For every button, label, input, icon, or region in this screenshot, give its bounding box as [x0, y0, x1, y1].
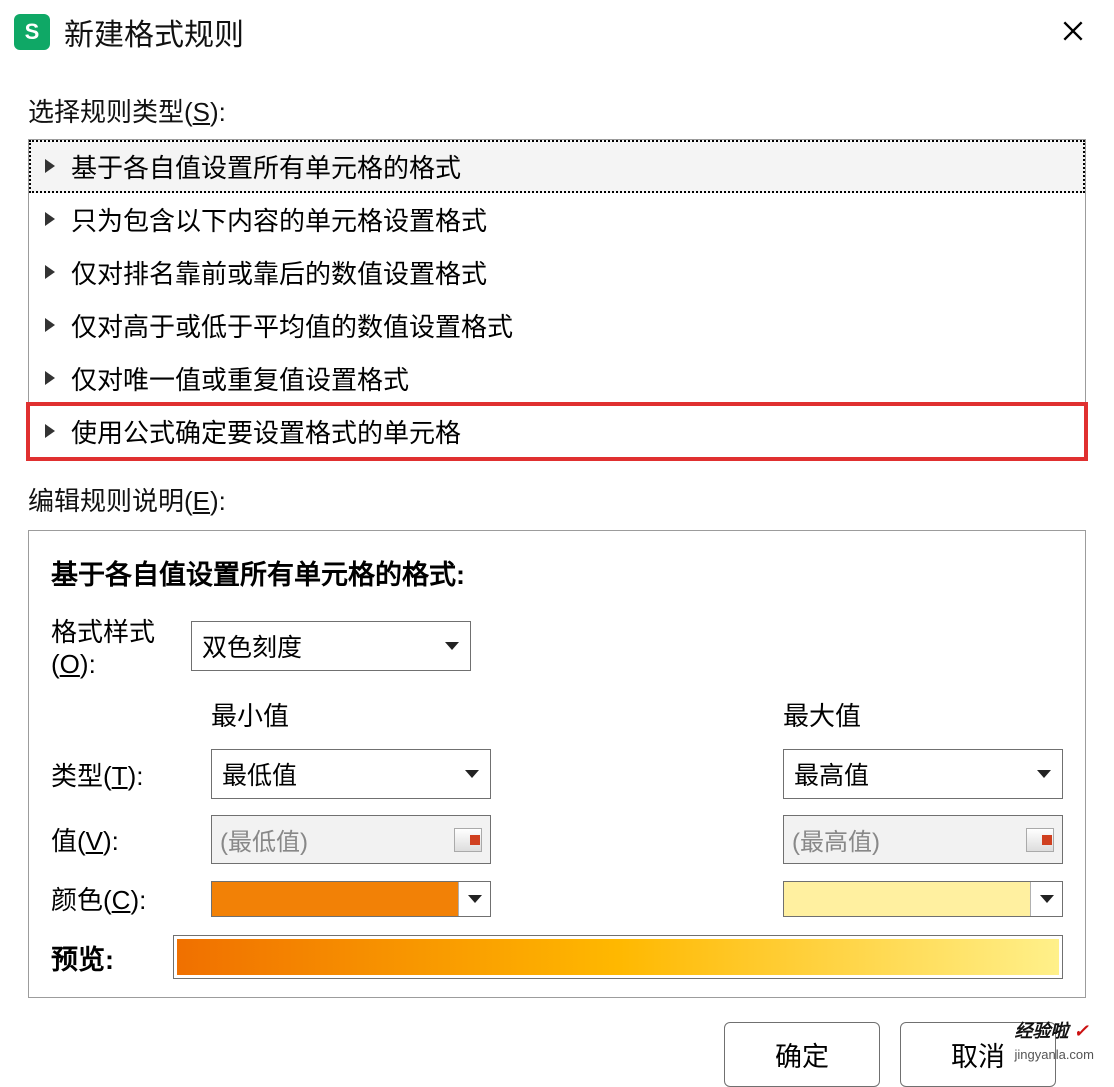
range-picker-icon [454, 828, 482, 852]
edit-rule-desc-label: 编辑规则说明(E): [28, 481, 1086, 518]
gradient-fill [177, 939, 1059, 975]
watermark-url: jingyanla.com [1015, 1047, 1095, 1062]
preview-row: 预览: [51, 935, 1063, 979]
min-value-input: (最低值) [211, 815, 491, 864]
format-style-dropdown[interactable]: 双色刻度 [191, 621, 471, 671]
chevron-down-icon [444, 641, 460, 651]
chevron-down-icon [464, 769, 480, 779]
rule-type-text: 基于各自值设置所有单元格的格式 [71, 148, 461, 185]
rule-type-text: 仅对排名靠前或靠后的数值设置格式 [71, 254, 487, 291]
close-button[interactable] [1050, 10, 1096, 54]
rule-type-item[interactable]: 基于各自值设置所有单元格的格式 [29, 140, 1085, 193]
format-style-row: 格式样式(O): 双色刻度 [51, 612, 1063, 680]
triangle-icon [43, 422, 57, 442]
rule-type-item[interactable]: 只为包含以下内容的单元格设置格式 [29, 193, 1085, 246]
min-header: 最小值 [211, 696, 491, 733]
color-label: 颜色(C): [51, 880, 191, 917]
triangle-icon [43, 263, 57, 283]
rule-type-text: 仅对高于或低于平均值的数值设置格式 [71, 307, 513, 344]
dialog-footer: 确定 取消 [28, 998, 1086, 1087]
min-color-picker[interactable] [211, 881, 491, 917]
triangle-icon [43, 316, 57, 336]
check-icon: ✓ [1074, 1021, 1089, 1041]
watermark: 经验啦 ✓ jingyanla.com [1015, 1017, 1095, 1064]
color-swatch-yellow [784, 882, 1030, 916]
chevron-down-icon [1030, 882, 1062, 916]
color-swatch-orange [212, 882, 458, 916]
max-header: 最大值 [783, 696, 1063, 733]
rule-type-list: 基于各自值设置所有单元格的格式 只为包含以下内容的单元格设置格式 仅对排名靠前或… [28, 139, 1086, 459]
watermark-text: 经验啦 [1015, 1021, 1069, 1041]
min-value-placeholder: (最低值) [220, 822, 308, 857]
preview-label: 预览: [51, 938, 173, 977]
value-label: 值(V): [51, 821, 191, 858]
preview-gradient [173, 935, 1063, 979]
panel-heading: 基于各自值设置所有单元格的格式: [51, 553, 1063, 592]
chevron-down-icon [1036, 769, 1052, 779]
min-type-value: 最低值 [222, 756, 297, 792]
value-grid: 最小值 最大值 类型(T): 最低值 最高值 值(V): (最低值) [51, 696, 1063, 917]
max-type-dropdown[interactable]: 最高值 [783, 749, 1063, 799]
triangle-icon [43, 369, 57, 389]
max-value-placeholder: (最高值) [792, 822, 880, 857]
app-icon: S [14, 14, 50, 50]
rule-type-item[interactable]: 仅对高于或低于平均值的数值设置格式 [29, 299, 1085, 352]
rule-type-item[interactable]: 仅对唯一值或重复值设置格式 [29, 352, 1085, 405]
rule-type-item-formula[interactable]: 使用公式确定要设置格式的单元格 [29, 405, 1085, 458]
rule-type-item[interactable]: 仅对排名靠前或靠后的数值设置格式 [29, 246, 1085, 299]
max-value-input: (最高值) [783, 815, 1063, 864]
select-rule-type-label: 选择规则类型(S): [28, 92, 1086, 129]
chevron-down-icon [458, 882, 490, 916]
rule-type-text: 仅对唯一值或重复值设置格式 [71, 360, 409, 397]
format-style-value: 双色刻度 [202, 628, 302, 664]
format-style-label: 格式样式(O): [51, 612, 191, 680]
triangle-icon [43, 210, 57, 230]
triangle-icon [43, 157, 57, 177]
titlebar: S 新建格式规则 [0, 0, 1114, 68]
rule-type-text: 使用公式确定要设置格式的单元格 [71, 413, 461, 450]
dialog-title: 新建格式规则 [64, 10, 1050, 54]
close-icon [1060, 18, 1086, 44]
rule-type-text: 只为包含以下内容的单元格设置格式 [71, 201, 487, 238]
range-picker-icon [1026, 828, 1054, 852]
type-label: 类型(T): [51, 756, 191, 793]
max-type-value: 最高值 [794, 756, 869, 792]
dialog-content: 选择规则类型(S): 基于各自值设置所有单元格的格式 只为包含以下内容的单元格设… [0, 68, 1114, 1087]
ok-button[interactable]: 确定 [724, 1022, 880, 1087]
max-color-picker[interactable] [783, 881, 1063, 917]
min-type-dropdown[interactable]: 最低值 [211, 749, 491, 799]
edit-rule-panel: 基于各自值设置所有单元格的格式: 格式样式(O): 双色刻度 最小值 最大值 类… [28, 530, 1086, 998]
